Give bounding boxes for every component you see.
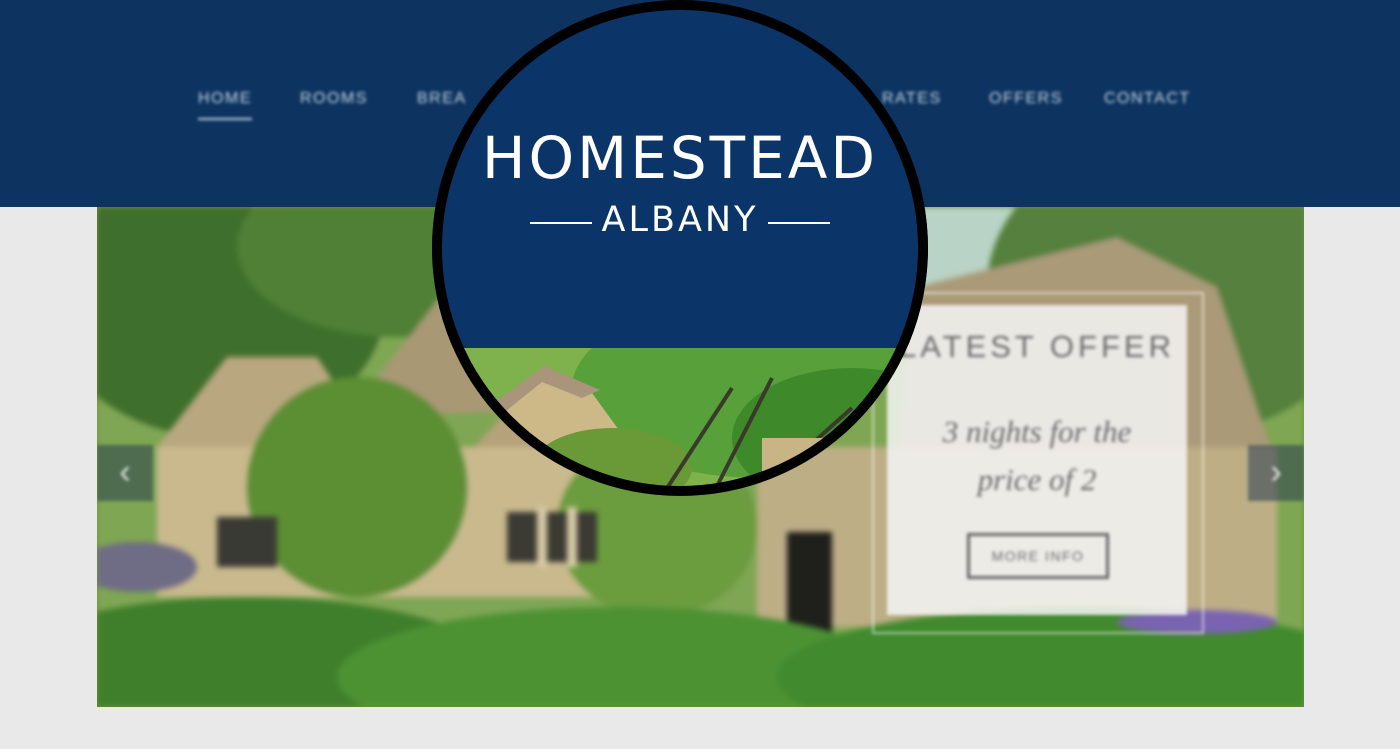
hero-prev-button[interactable]: ‹ [97,445,153,501]
hero-next-button[interactable]: › [1248,445,1304,501]
offer-text: 3 nights for the price of 2 [942,414,1132,497]
chevron-left-icon: ‹ [119,453,131,491]
magnifier-ring [432,0,928,496]
nav-rooms-link[interactable]: ROOMS [300,90,368,108]
nav-contact-link[interactable]: CONTACT [1104,90,1191,108]
latest-offer-card: LATEST OFFER 3 nights for the price of 2… [887,305,1187,615]
offer-title: LATEST OFFER [899,329,1175,364]
chevron-right-icon: › [1270,453,1282,491]
more-info-button[interactable]: MORE INFO [967,533,1109,579]
nav-offers-link[interactable]: OFFERS [989,90,1063,108]
nav-home-link[interactable]: HOME [198,90,252,120]
logo-magnifier: HOMESTEAD ALBANY [432,0,928,496]
